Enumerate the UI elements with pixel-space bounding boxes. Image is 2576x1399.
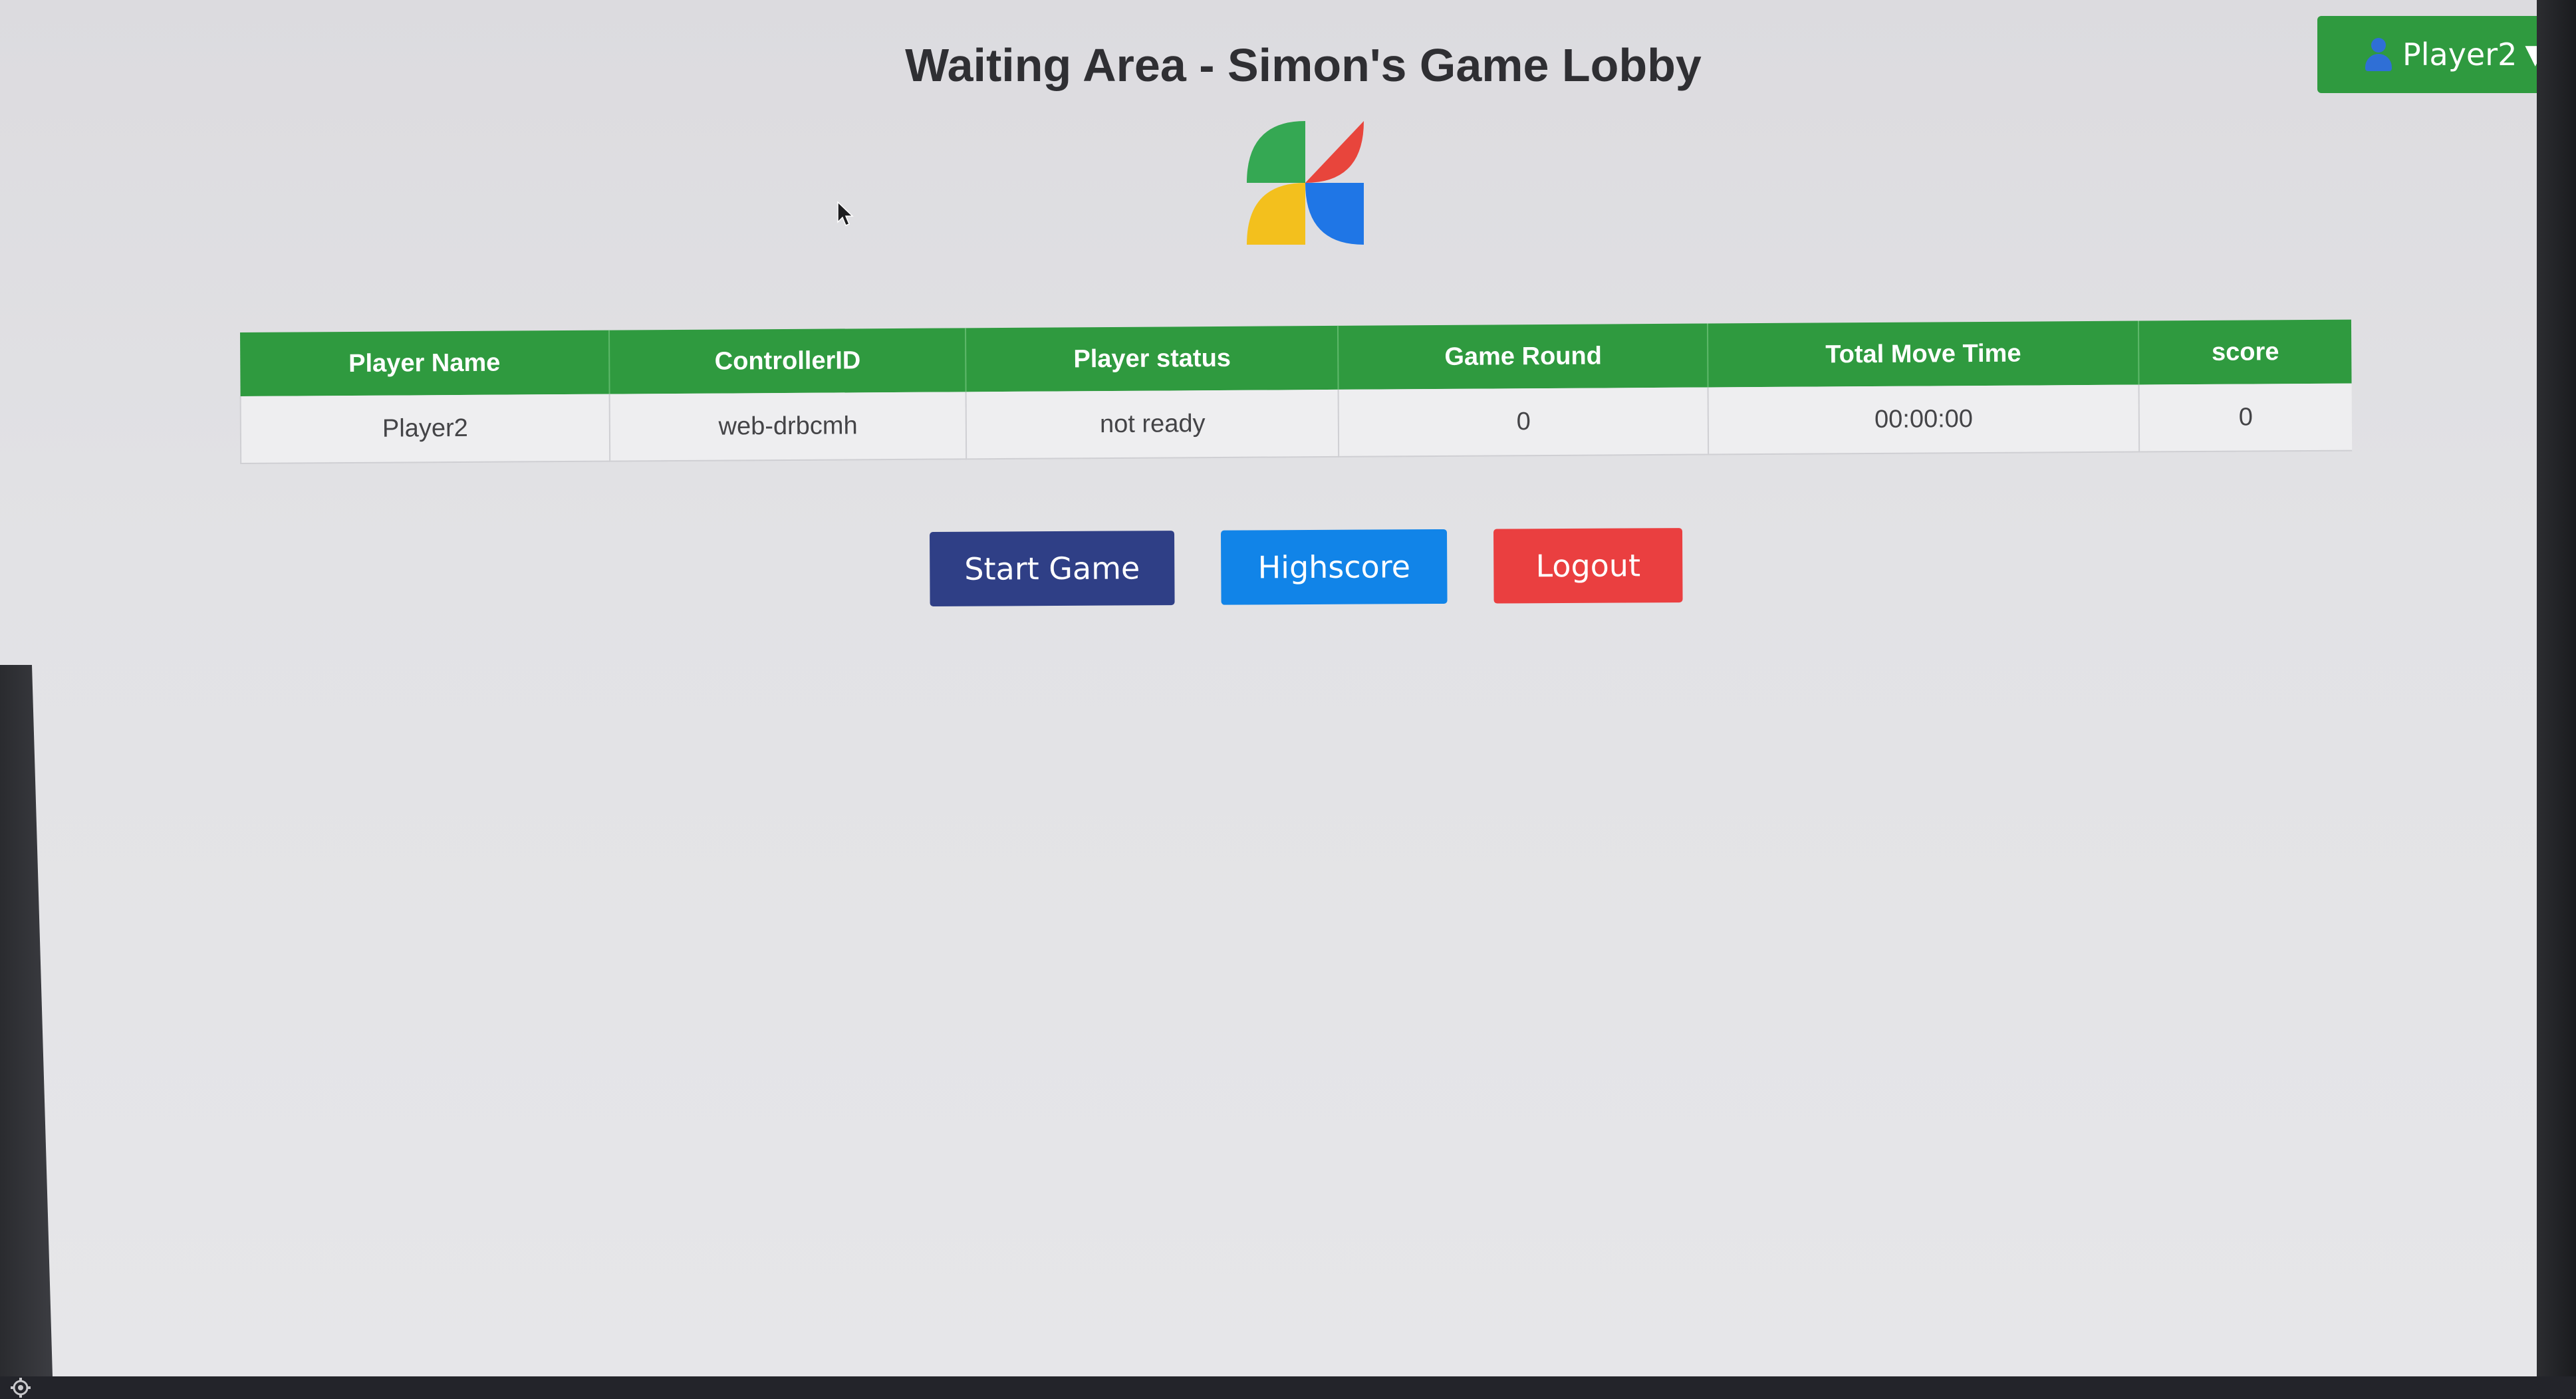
column-header-total-move-time: Total Move Time [1708, 320, 2139, 388]
logo-yellow-blade [1247, 183, 1305, 245]
lobby-screen: Waiting Area - Simon's Game Lobby Player… [0, 0, 2540, 1383]
cell-player-name: Player2 [240, 394, 610, 463]
user-menu-label: Player2 [2402, 37, 2517, 72]
logo-green-blade [1247, 121, 1305, 183]
cell-score: 0 [2138, 383, 2353, 452]
column-header-game-round: Game Round [1338, 323, 1708, 390]
cell-player-status: not ready [966, 389, 1339, 459]
players-table: Player Name ControllerID Player status G… [239, 319, 2353, 464]
highscore-button[interactable]: Highscore [1220, 529, 1448, 605]
monitor-bezel-bottom [0, 1376, 2576, 1399]
action-buttons: Start Game Highscore Logout [930, 528, 1683, 606]
column-header-player-status: Player status [966, 325, 1339, 392]
cell-controller-id: web-drbcmh [609, 392, 967, 461]
column-header-score: score [2138, 319, 2352, 385]
monitor-bezel-right [2537, 0, 2576, 1399]
logout-button[interactable]: Logout [1493, 528, 1683, 604]
gear-icon [11, 1378, 31, 1398]
logo-blue-blade [1305, 183, 1364, 245]
cell-game-round: 0 [1338, 387, 1709, 457]
column-header-player-name: Player Name [239, 330, 610, 396]
mouse-cursor-icon [837, 201, 854, 226]
page-title: Waiting Area - Simon's Game Lobby [905, 39, 1702, 91]
logo-red-blade [1305, 121, 1364, 183]
user-icon [2364, 37, 2393, 72]
cell-total-move-time: 00:00:00 [1708, 384, 2140, 455]
user-menu-button[interactable]: Player2 ▼ [2317, 16, 2540, 93]
start-game-button[interactable]: Start Game [930, 531, 1175, 606]
table-row: Player2 web-drbcmh not ready 0 00:00:00 … [240, 383, 2353, 463]
pinwheel-logo-icon [1247, 121, 1364, 245]
column-header-controller-id: ControllerID [608, 328, 967, 394]
